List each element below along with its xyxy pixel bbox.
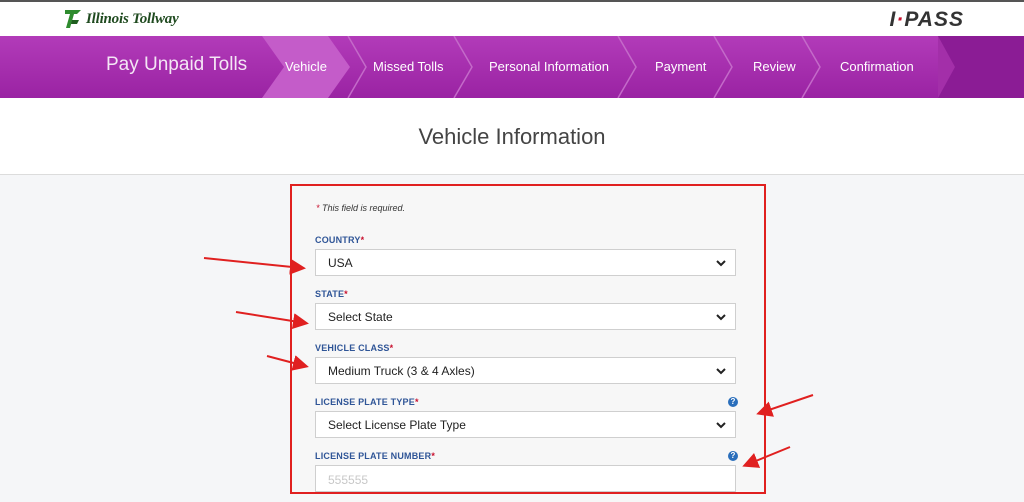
arrow-country — [203, 257, 306, 275]
arrow-plate-type — [756, 394, 814, 417]
arrow-plate-number — [742, 446, 791, 468]
annotation-arrows — [203, 257, 814, 468]
arrow-vehicle-class — [266, 355, 309, 371]
arrow-state — [235, 311, 309, 330]
